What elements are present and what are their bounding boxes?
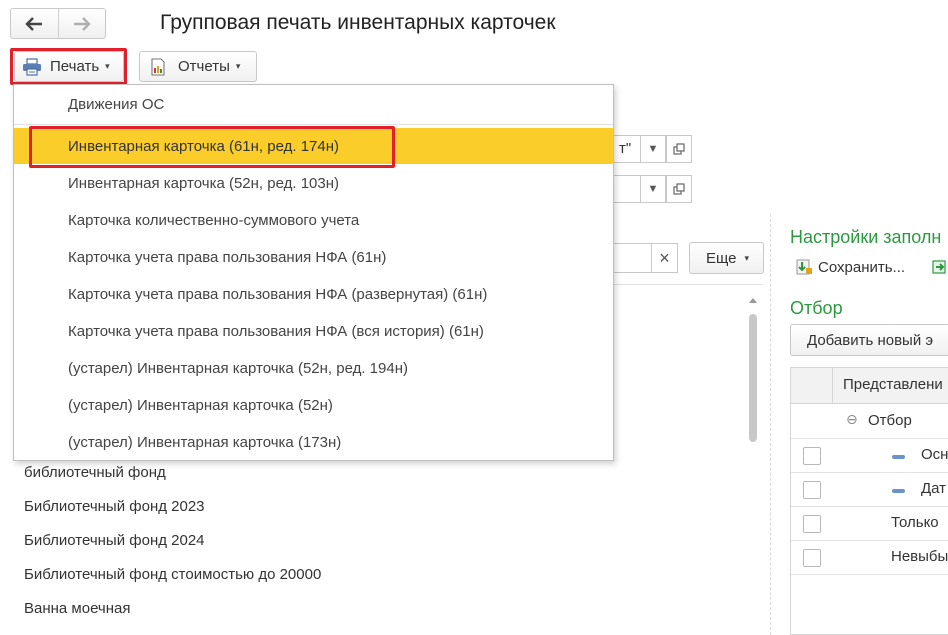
reports-button[interactable]: Отчеты ▾ [139, 51, 257, 82]
more-button[interactable]: Еще ▾ [689, 242, 764, 274]
nav-buttons [10, 8, 106, 39]
filter-item-icon [892, 489, 905, 493]
filter-field-1-text: т" [619, 140, 632, 157]
filter-field-1-dropdown[interactable]: ▼ [640, 135, 666, 163]
report-icon [151, 57, 165, 76]
filter-field-2-dropdown[interactable]: ▼ [640, 175, 666, 203]
chevron-down-icon: ▾ [744, 252, 750, 263]
save-settings-label: Сохранить... [818, 258, 906, 276]
forward-button[interactable] [57, 9, 105, 38]
filter-row-label[interactable]: Невыбы [891, 548, 948, 565]
arrow-left-icon [25, 16, 43, 31]
list-item[interactable]: Библиотечный фонд стоимостью до 20000 [24, 566, 321, 583]
row-divider [791, 506, 948, 507]
more-button-label: Еще [706, 249, 737, 267]
filter-row-label[interactable]: Дат [921, 480, 946, 497]
selected-menu-item-highlight [29, 126, 395, 168]
open-window-icon [673, 183, 685, 195]
menu-item-inventory-card-52n-103n[interactable]: Инвентарная карточка (52н, ред. 103н) [14, 165, 613, 201]
menu-item-obsolete-card-173n[interactable]: (устарел) Инвентарная карточка (173н) [14, 424, 613, 460]
filter-item-icon [892, 455, 905, 459]
load-settings-icon[interactable] [930, 258, 948, 276]
print-button-highlight [10, 48, 127, 85]
back-button[interactable] [11, 9, 58, 38]
filter-row-checkbox[interactable] [803, 447, 821, 465]
filter-section-title: Отбор [790, 298, 843, 318]
filter-row-checkbox[interactable] [803, 549, 821, 567]
open-window-icon [673, 143, 685, 155]
menu-separator [14, 124, 613, 125]
list-scrollbar[interactable] [746, 292, 760, 635]
row-divider [791, 438, 948, 439]
arrow-right-icon [73, 16, 91, 31]
close-icon: × [659, 247, 670, 268]
row-divider [791, 540, 948, 541]
chevron-down-icon: ▼ [647, 183, 659, 195]
filter-row-checkbox[interactable] [803, 515, 821, 533]
collapse-group-icon[interactable]: ⊖ [846, 411, 858, 428]
menu-item-nfa-usage-card[interactable]: Карточка учета права пользования НФА (61… [14, 239, 613, 275]
list-item[interactable]: Библиотечный фонд 2023 [24, 498, 205, 515]
scroll-up-icon [749, 298, 757, 303]
menu-item-quantity-sum-card[interactable]: Карточка количественно-суммового учета [14, 202, 613, 238]
filter-table-header-divider [832, 368, 833, 404]
reports-button-label: Отчеты [178, 58, 230, 75]
save-settings-button[interactable]: Сохранить... [794, 258, 905, 276]
list-item[interactable]: Библиотечный фонд 2024 [24, 532, 205, 549]
search-clear-button[interactable]: × [651, 243, 678, 273]
row-divider [791, 574, 948, 575]
filter-field-2-open[interactable] [666, 175, 692, 203]
save-settings-icon [796, 259, 812, 275]
filter-row-checkbox[interactable] [803, 481, 821, 499]
page-title: Групповая печать инвентарных карточек [160, 11, 556, 34]
list-item[interactable]: библиотечный фонд [24, 464, 166, 481]
menu-item-obsolete-card-52n-194n[interactable]: (устарел) Инвентарная карточка (52н, ред… [14, 350, 613, 386]
column-header-representation: Представлени [843, 376, 943, 393]
add-new-filter-label: Добавить новый э [807, 331, 934, 349]
add-new-filter-button[interactable]: Добавить новый э [790, 324, 948, 356]
menu-item-obsolete-card-52n[interactable]: (устарел) Инвентарная карточка (52н) [14, 387, 613, 423]
chevron-down-icon: ▾ [235, 61, 241, 71]
filter-row-label[interactable]: Только [891, 514, 939, 531]
menu-item-nfa-usage-card-expanded[interactable]: Карточка учета права пользования НФА (ра… [14, 276, 613, 312]
row-divider [791, 472, 948, 473]
panel-divider [770, 214, 771, 635]
chevron-down-icon: ▼ [647, 143, 659, 155]
list-item[interactable]: Ванна моечная [24, 600, 131, 617]
filter-table [790, 367, 948, 635]
filter-field-1-open[interactable] [666, 135, 692, 163]
settings-title: Настройки заполн [790, 227, 942, 247]
menu-item-nfa-usage-card-history[interactable]: Карточка учета права пользования НФА (вс… [14, 313, 613, 349]
filter-row-label[interactable]: Осн [921, 446, 948, 463]
filter-group-label: Отбор [868, 412, 912, 429]
scrollbar-thumb[interactable] [749, 314, 757, 442]
menu-item-movements[interactable]: Движения ОС [14, 86, 613, 122]
